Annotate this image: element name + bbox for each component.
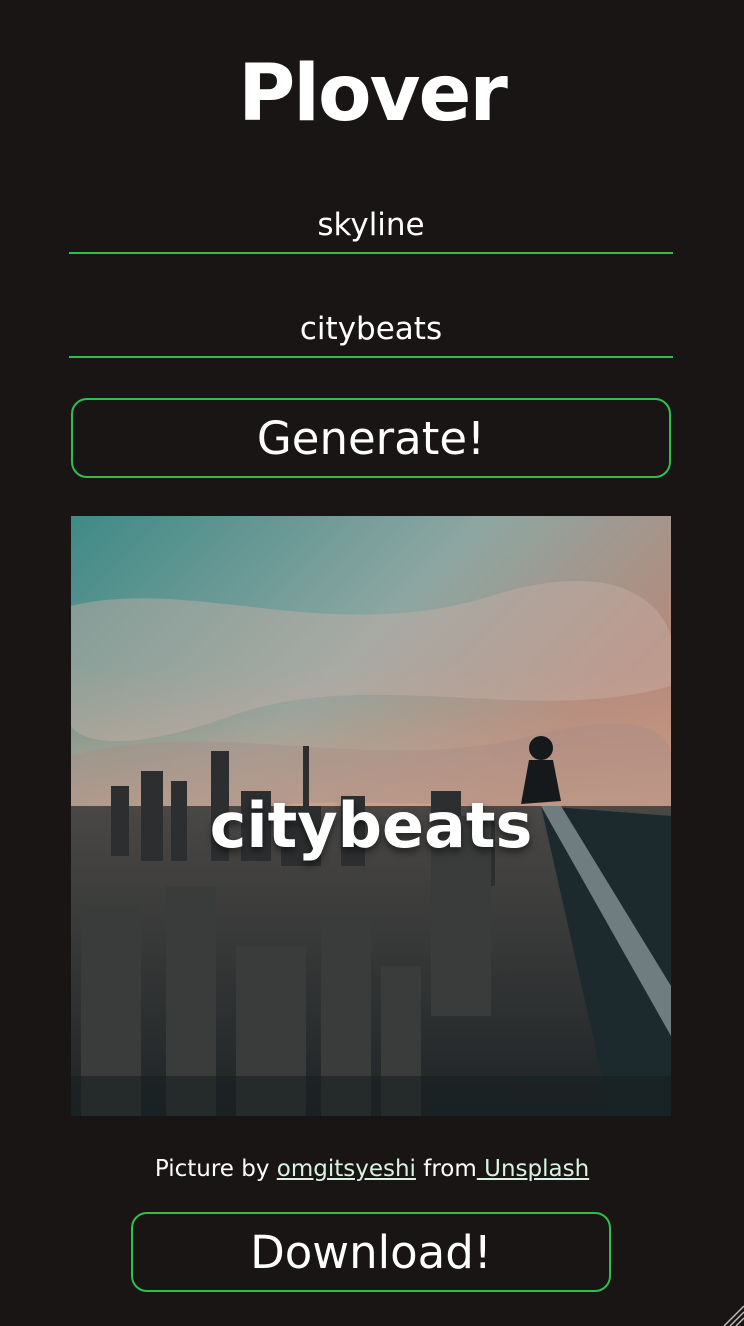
download-button[interactable]: Download! bbox=[131, 1212, 611, 1292]
app-page: Plover Generate! bbox=[0, 0, 744, 1326]
generate-button[interactable]: Generate! bbox=[71, 398, 671, 478]
credit-middle: from bbox=[415, 1156, 477, 1182]
author-link[interactable]: omgitsyeshi bbox=[277, 1156, 416, 1182]
photo-credit: Picture by omgitsyeshi from Unsplash bbox=[0, 1152, 744, 1186]
cover-image: citybeats bbox=[71, 516, 671, 1116]
keyword-input[interactable] bbox=[69, 198, 673, 254]
resize-grip-icon[interactable] bbox=[718, 1300, 744, 1326]
cover-title: citybeats bbox=[209, 789, 533, 862]
credit-prefix: Picture by bbox=[154, 1156, 277, 1182]
app-title: Plover bbox=[238, 49, 508, 139]
name-input[interactable] bbox=[69, 302, 673, 358]
unsplash-link[interactable]: Unsplash bbox=[477, 1156, 589, 1182]
